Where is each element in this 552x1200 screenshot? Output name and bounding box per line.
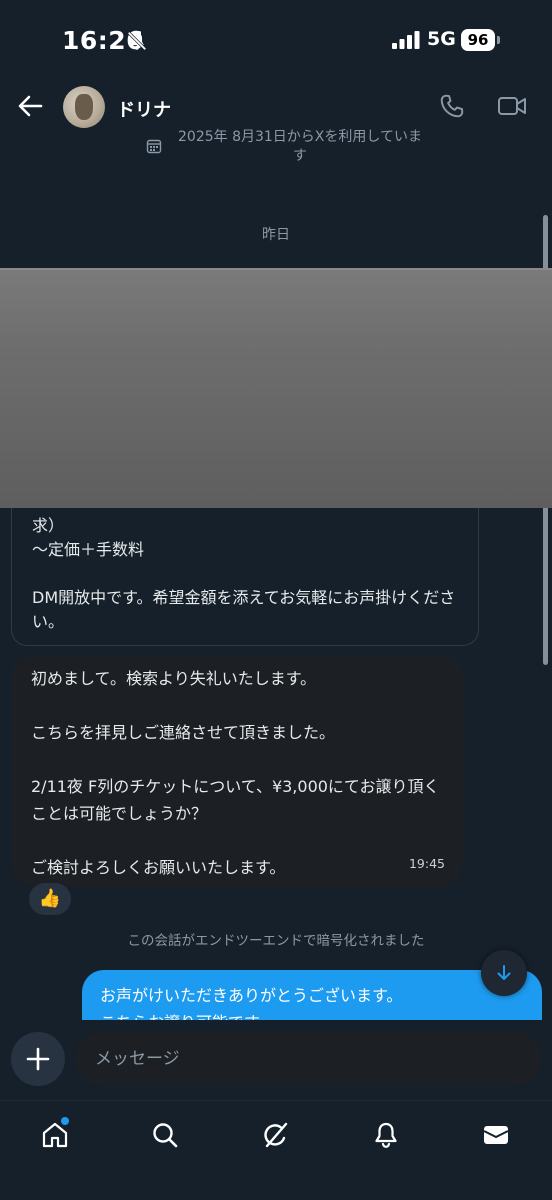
message-composer [0, 1020, 552, 1100]
bottom-navigation [0, 1100, 552, 1200]
messages-icon [483, 1126, 509, 1144]
add-attachment-button[interactable] [11, 1032, 65, 1086]
message-line: 求） [32, 516, 65, 535]
nav-notifications[interactable] [358, 1109, 414, 1165]
nav-search[interactable] [137, 1109, 193, 1165]
thumbs-up-reaction[interactable]: 👍 [29, 883, 71, 915]
nav-home[interactable] [27, 1109, 83, 1165]
joined-date-text: 2025年 8月31日からXを利用しています [178, 129, 422, 164]
contact-name[interactable]: ドリナ [117, 96, 171, 122]
incoming-message-partial[interactable]: 求） 〜定価＋手数料 DM開放中です。希望金額を添えてお気軽にお声掛けください。 [11, 508, 479, 646]
status-bar: 16:26 5G 96 [0, 0, 552, 80]
nav-grok[interactable] [248, 1109, 304, 1165]
redacted-area [0, 268, 552, 508]
message-line [31, 827, 445, 854]
bell-muted-icon [127, 31, 147, 51]
conversation-header: ドリナ [0, 80, 552, 132]
encryption-notice: この会話がエンドツーエンドで暗号化されました [127, 933, 425, 949]
message-line: ご検討よろしくお願いいたします。 [31, 858, 286, 877]
message-line: お声がけいただきありがとうございます。 [100, 986, 403, 1005]
back-arrow-icon[interactable] [16, 92, 44, 120]
phone-icon[interactable] [439, 93, 465, 119]
message-line [31, 746, 445, 773]
avatar[interactable] [63, 86, 105, 128]
scroll-to-bottom-button[interactable] [481, 950, 527, 996]
message-line: DM開放中です。希望金額を添えてお気軽にお声掛けください。 [32, 588, 456, 631]
message-line [31, 692, 445, 719]
notifications-icon [375, 1122, 397, 1148]
signal-icon [392, 31, 420, 49]
message-input[interactable] [75, 1032, 542, 1086]
arrow-down-icon [497, 965, 511, 980]
message-line: 〜定価＋手数料 [32, 540, 145, 559]
home-icon [42, 1122, 68, 1148]
message-line: 初めまして。検索より失礼いたします。 [31, 669, 317, 688]
video-call-icon[interactable] [497, 94, 527, 118]
search-icon [153, 1123, 178, 1148]
battery-level: 96 [461, 29, 495, 51]
calendar-icon [146, 139, 162, 154]
message-line: こちらお譲り可能です。 [100, 1009, 524, 1020]
date-separator: 昨日 [262, 227, 290, 243]
network-type: 5G [427, 28, 456, 50]
grok-icon [264, 1122, 288, 1148]
battery-tip [497, 36, 500, 44]
message-line [32, 562, 458, 586]
incoming-message[interactable]: 初めまして。検索より失礼いたします。 こちらを拝見しご連絡させて頂きました。 2… [11, 655, 463, 887]
notification-dot [61, 1117, 69, 1125]
message-timestamp: 19:45 [408, 856, 445, 871]
plus-icon [26, 1047, 50, 1071]
outgoing-message[interactable]: お声がけいただきありがとうございます。 こちらお譲り可能です。 [82, 970, 542, 1020]
message-line: 2/11夜 F列のチケットについて、¥3,000にてお譲り頂くことは可能でしょう… [31, 777, 440, 823]
message-line: こちらを拝見しご連絡させて頂きました。 [31, 723, 336, 742]
nav-messages[interactable] [468, 1109, 524, 1165]
